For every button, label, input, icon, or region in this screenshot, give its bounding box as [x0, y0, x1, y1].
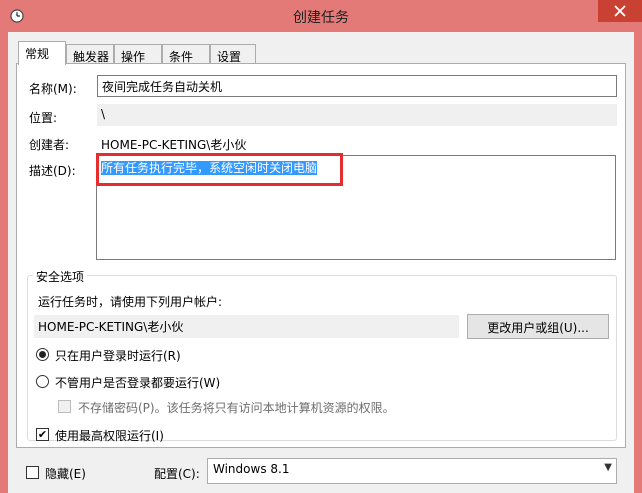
account-value: HOME-PC-KETING\老小伙	[34, 315, 459, 338]
author-label: 创建者:	[29, 138, 70, 152]
configure-dropdown-value: Windows 8.1	[213, 462, 290, 476]
location-label: 位置:	[29, 111, 58, 125]
hidden-label[interactable]: 隐藏(E)	[45, 465, 86, 482]
title-bar[interactable]: 创建任务	[0, 0, 642, 32]
radio-run-whether-logged-label[interactable]: 不管用户是否登录都要运行(W)	[55, 374, 220, 391]
no-store-password-checkbox[interactable]	[58, 400, 71, 413]
window-title: 创建任务	[293, 10, 349, 26]
name-label: 名称(M):	[29, 82, 77, 96]
highest-privileges-checkbox[interactable]: ✔	[36, 428, 49, 441]
close-icon	[598, 5, 642, 25]
radio-run-logged-on[interactable]	[36, 348, 49, 361]
configure-dropdown[interactable]: Windows 8.1 ▼	[207, 458, 617, 484]
dialog-client-area: 常规 触发器 操作 条件 设置 名称(M): 夜间完成任务自动关机 位置: \ …	[8, 32, 634, 493]
security-options-title: 安全选项	[33, 268, 88, 285]
name-field[interactable]: 夜间完成任务自动关机	[97, 75, 617, 97]
close-button[interactable]	[598, 0, 642, 22]
author-value: HOME-PC-KETING\老小伙	[101, 138, 247, 152]
configure-label: 配置(C):	[154, 467, 200, 481]
run-as-prompt: 运行任务时，请使用下列用户帐户:	[38, 295, 223, 309]
description-label: 描述(D):	[29, 164, 76, 178]
hidden-checkbox[interactable]	[26, 466, 39, 479]
no-store-password-label: 不存储密码(P)。该任务将只有访问本地计算机资源的权限。	[78, 401, 395, 415]
create-task-window: 创建任务 常规 触发器 操作 条件 设置 名称(M): 夜间完成任务自动关机 位…	[0, 0, 642, 493]
change-user-button[interactable]: 更改用户或组(U)...	[467, 314, 609, 339]
radio-run-logged-on-label[interactable]: 只在用户登录时运行(R)	[55, 347, 181, 364]
radio-selected-dot	[39, 351, 46, 358]
location-value: \	[97, 104, 617, 126]
annotation-highlight-box	[96, 153, 343, 186]
general-tab-panel: 名称(M): 夜间完成任务自动关机 位置: \ 创建者: HOME-PC-KET…	[16, 63, 626, 448]
tab-general[interactable]: 常规	[18, 41, 66, 65]
radio-run-whether-logged[interactable]	[36, 375, 49, 388]
highest-privileges-label[interactable]: 使用最高权限运行(I)	[55, 427, 164, 444]
chevron-down-icon: ▼	[604, 462, 612, 473]
